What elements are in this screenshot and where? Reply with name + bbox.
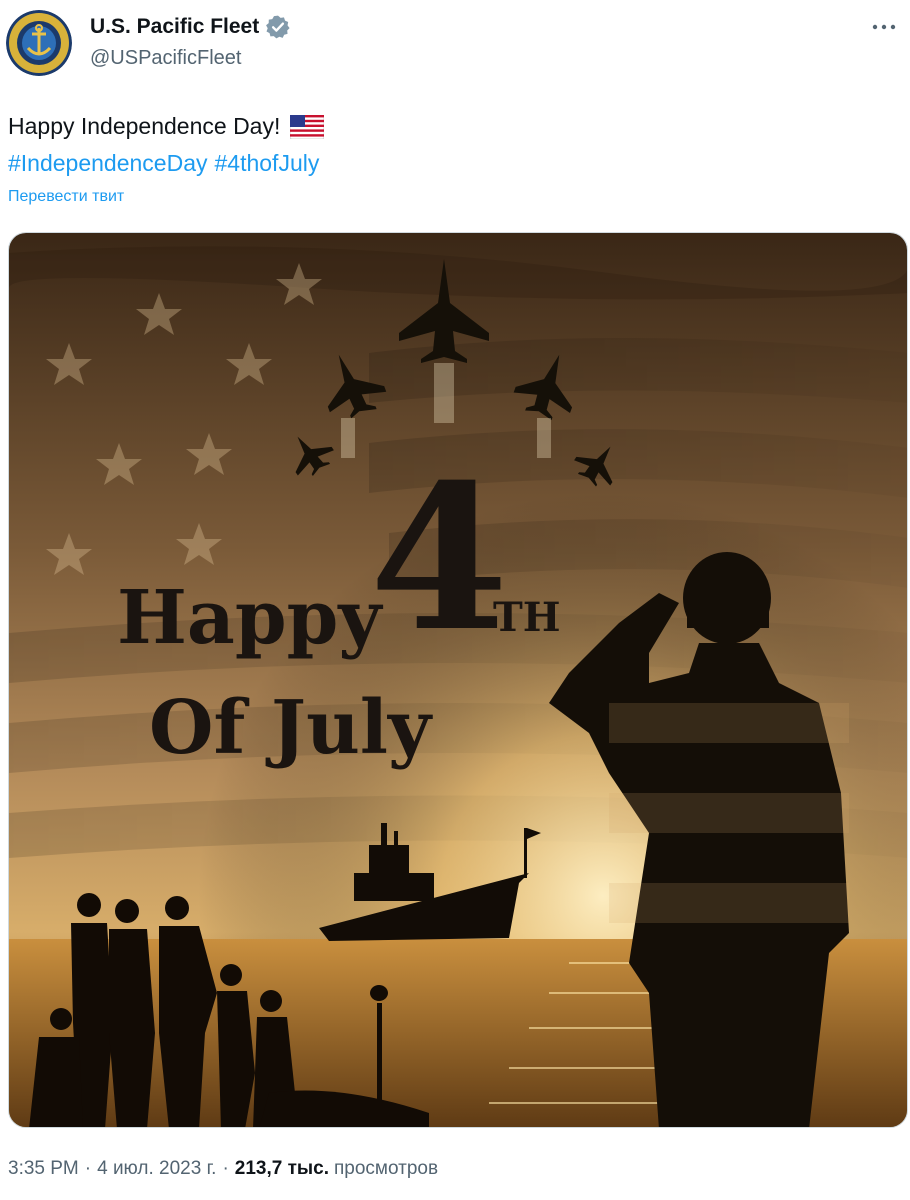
hashtag-4thofjuly[interactable]: #4thofJuly <box>215 145 320 182</box>
poster-suffix: TH <box>493 594 561 641</box>
poster-happy: Happy <box>117 575 383 661</box>
translate-tweet-link[interactable]: Перевести твит <box>8 188 124 206</box>
tweet-meta: 3:35 PM · 4 июл. 2023 г. · 213,7 тыс. пр… <box>8 1158 438 1180</box>
views-count[interactable]: 213,7 тыс. <box>235 1158 329 1180</box>
poster-number: 4 <box>369 441 508 676</box>
avatar[interactable] <box>6 10 72 76</box>
display-name[interactable]: U.S. Pacific Fleet <box>90 15 259 39</box>
more-dots-icon <box>872 24 896 30</box>
tweet-image[interactable]: 4 TH Happy Of July <box>8 232 908 1128</box>
tweet-text-line-2: #IndependenceDay #4thofJuly <box>8 145 324 182</box>
tweet-time[interactable]: 3:35 PM <box>8 1158 79 1180</box>
tweet-message: Happy Independence Day! <box>8 113 281 139</box>
soldier-flag-overlay <box>609 703 849 923</box>
navy-seal-anchor-icon <box>6 10 72 76</box>
us-flag-icon <box>290 114 325 139</box>
user-handle[interactable]: @USPacificFleet <box>90 47 241 70</box>
meta-separator: · <box>84 1158 92 1179</box>
views-label: просмотров <box>334 1158 439 1179</box>
verified-badge-icon <box>266 15 290 39</box>
poster-of-july: Of July <box>149 685 433 771</box>
tweet-header: U.S. Pacific Fleet @USPacificFleet <box>0 0 910 90</box>
name-row: U.S. Pacific Fleet <box>90 14 291 40</box>
tweet-text-line-1: Happy Independence Day! <box>8 108 325 145</box>
fourth-of-july-poster: 4 TH Happy Of July <box>9 233 907 1127</box>
tweet-date[interactable]: 4 июл. 2023 г. <box>97 1158 216 1180</box>
hashtag-independenceday[interactable]: #IndependenceDay <box>8 145 208 182</box>
meta-separator: · <box>222 1158 229 1179</box>
tweet-text: Happy Independence Day! #IndependenceDay… <box>8 108 325 182</box>
more-options-button[interactable] <box>866 12 902 42</box>
